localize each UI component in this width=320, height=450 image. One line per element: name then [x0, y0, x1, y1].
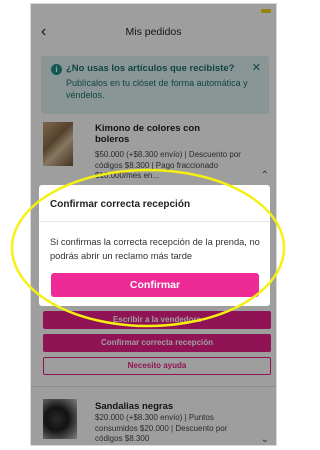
app-screen: ‹ Mis pedidos i ¿No usas los artículos q… [30, 3, 277, 446]
dialog-title: Confirmar correcta recepción [50, 199, 191, 210]
divider [39, 221, 270, 222]
confirm-button[interactable]: Confirmar [51, 273, 259, 297]
confirm-dialog: Confirmar correcta recepción Si confirma… [39, 185, 270, 306]
dialog-message: Si confirmas la correcta recepción de la… [50, 237, 260, 261]
